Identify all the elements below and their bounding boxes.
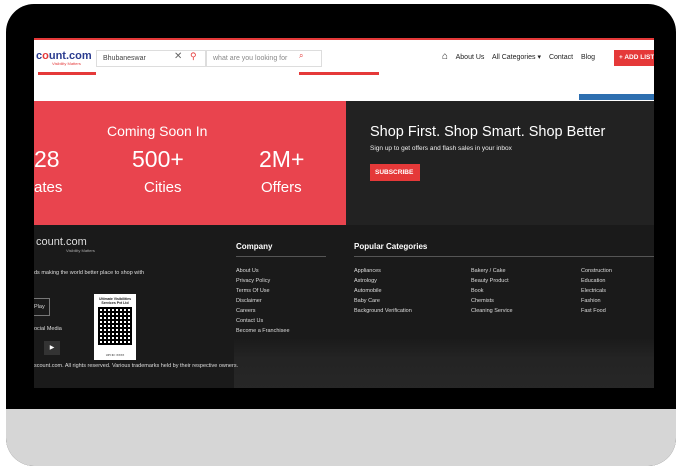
footer-logo-text: count.com [36, 236, 87, 248]
nav-about-us[interactable]: About Us [456, 54, 485, 61]
categories-heading: Popular Categories [354, 242, 428, 251]
divider [354, 256, 654, 257]
footer-logo[interactable]: count.com Visibility Matters [36, 236, 95, 253]
category-link[interactable]: Cleaning Service [471, 306, 513, 316]
clear-location-icon[interactable]: ✕ [174, 51, 182, 62]
newsletter-banner [346, 101, 654, 225]
google-play-button[interactable]: Play [34, 298, 50, 316]
device-bottom-panel [6, 409, 676, 466]
social-media-label: ocial Media [34, 326, 62, 332]
newsletter-title: Shop First. Shop Smart. Shop Better [370, 124, 606, 140]
category-link[interactable]: Background Verification [354, 306, 412, 316]
stat-states-value: 28 [34, 146, 60, 172]
category-link[interactable]: Beauty Product [471, 276, 513, 286]
location-pin-icon[interactable]: ⚲ [190, 51, 197, 62]
company-links: About Us Privacy Policy Terms Of Use Dis… [236, 266, 290, 336]
header-accent-bar [299, 72, 379, 75]
nav-contact[interactable]: Contact [549, 54, 573, 61]
logo-accent: o [42, 50, 49, 62]
site-logo[interactable]: count.com Visibility Matters [36, 50, 92, 66]
categories-col-3: Construction Education Electricals Fashi… [581, 266, 612, 316]
nav-blog[interactable]: Blog [581, 54, 595, 61]
category-link[interactable]: Electricals [581, 286, 612, 296]
categories-col-2: Bakery / Cake Beauty Product Book Chemis… [471, 266, 513, 316]
stat-offers-label: Offers [261, 179, 302, 196]
footer-link-careers[interactable]: Careers [236, 306, 290, 316]
footer-link-terms[interactable]: Terms Of Use [236, 286, 290, 296]
footer-link-about[interactable]: About Us [236, 266, 290, 276]
stat-offers-value: 2M+ [259, 146, 305, 172]
youtube-icon[interactable]: ▶ [44, 341, 60, 355]
footer-link-privacy[interactable]: Privacy Policy [236, 276, 290, 286]
footer-link-disclaimer[interactable]: Disclaimer [236, 296, 290, 306]
footer-logo-tagline: Visibility Matters [66, 248, 95, 253]
category-link[interactable]: Bakery / Cake [471, 266, 513, 276]
stat-cities-value: 500+ [132, 146, 184, 172]
categories-col-1: Appliances Astrology Automobile Baby Car… [354, 266, 412, 316]
browser-viewport: count.com Visibility Matters Bhubaneswar… [34, 38, 654, 388]
header-accent-bar [38, 72, 96, 75]
stat-cities-label: Cities [144, 179, 182, 196]
category-link[interactable]: Baby Care [354, 296, 412, 306]
qr-code-icon [98, 307, 132, 345]
search-input[interactable]: what are you looking for [206, 50, 322, 67]
search-icon[interactable]: ⌕ [299, 51, 303, 61]
category-link[interactable]: Astrology [354, 276, 412, 286]
nav-all-categories[interactable]: All Categories ▾ [492, 54, 541, 61]
subscribe-button[interactable]: SUBSCRIBE [370, 164, 420, 181]
divider [236, 256, 326, 257]
main-nav: ⌂ About Us All Categories ▾ Contact Blog [442, 51, 601, 62]
newsletter-subtitle: Sign up to get offers and flash sales in… [370, 145, 512, 152]
blue-accent-strip [579, 94, 654, 100]
home-icon[interactable]: ⌂ [442, 51, 448, 62]
qr-code-card: Ultimate Visibilities Services Pvt Ltd U… [94, 294, 136, 360]
skyline-decoration [234, 338, 654, 388]
qr-title: Ultimate Visibilities Services Pvt Ltd [98, 297, 132, 305]
category-link[interactable]: Automobile [354, 286, 412, 296]
stat-states-label: ates [34, 179, 63, 196]
category-link[interactable]: Appliances [354, 266, 412, 276]
category-link[interactable]: Fast Food [581, 306, 612, 316]
footer-tagline: ds making the world better place to shop… [34, 270, 145, 276]
site-header: count.com Visibility Matters Bhubaneswar… [34, 38, 654, 82]
category-link[interactable]: Education [581, 276, 612, 286]
category-link[interactable]: Book [471, 286, 513, 296]
footer-link-franchisee[interactable]: Become a Franchisee [236, 326, 290, 336]
category-link[interactable]: Fashion [581, 296, 612, 306]
device-frame: count.com Visibility Matters Bhubaneswar… [6, 4, 676, 466]
company-heading: Company [236, 242, 273, 251]
category-link[interactable]: Construction [581, 266, 612, 276]
qr-caption: UPI ID: XXXX [105, 353, 125, 357]
category-link[interactable]: Chemists [471, 296, 513, 306]
copyright-text: scount.com. All rights reserved. Various… [34, 363, 239, 369]
footer-link-contact[interactable]: Contact Us [236, 316, 290, 326]
coming-soon-heading: Coming Soon In [107, 123, 208, 139]
add-listing-button[interactable]: + ADD LIST [614, 50, 654, 66]
